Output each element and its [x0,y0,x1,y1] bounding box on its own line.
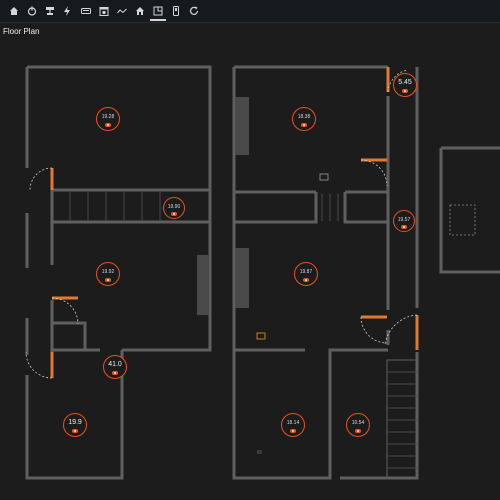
wall [343,192,388,224]
door-swing [384,314,418,346]
sensor-6[interactable]: 19.92 [96,262,120,286]
alert-icon [171,211,177,216]
door-swing [25,351,53,379]
sensor-2[interactable]: 18.38 [292,107,316,131]
sensor-8[interactable]: 41.0 [103,355,127,379]
alert-icon [105,123,111,128]
alert-icon [355,429,361,434]
window-outline [449,204,476,236]
door-swing [29,167,53,191]
alert-icon [105,278,111,283]
door-swing [51,297,79,325]
alert-icon [301,123,307,128]
sensor-11[interactable]: 10.54 [346,413,370,437]
outlet-icon [257,450,262,454]
counter-fixture [235,248,249,308]
alert-icon [290,429,296,434]
wall [234,192,318,224]
counter-fixture [235,97,249,155]
sensor-4[interactable]: 19.90 [163,197,185,219]
staircase [386,359,418,479]
wall [52,321,87,352]
door-swing [360,159,388,187]
alert-icon [72,429,78,434]
camera-icon[interactable] [256,332,266,340]
counter-fixture [197,255,209,315]
alert-icon [303,278,309,283]
sensor-1[interactable]: 19.28 [96,107,120,131]
stair-step [387,371,417,469]
camera-icon[interactable] [319,173,329,181]
sensor-10[interactable]: 18.14 [281,413,305,437]
alert-icon [112,371,118,376]
alert-icon [402,89,408,94]
stair-step [69,192,161,220]
door-swing [360,316,388,344]
sensor-3[interactable]: 5.45 [393,73,417,97]
fixtures [197,97,249,315]
alert-icon [401,224,407,229]
sensor-9[interactable]: 19.9 [63,413,87,437]
sensor-5[interactable]: 19.57 [393,210,415,232]
sensor-7[interactable]: 19.87 [294,262,318,286]
stair-step [321,194,339,221]
